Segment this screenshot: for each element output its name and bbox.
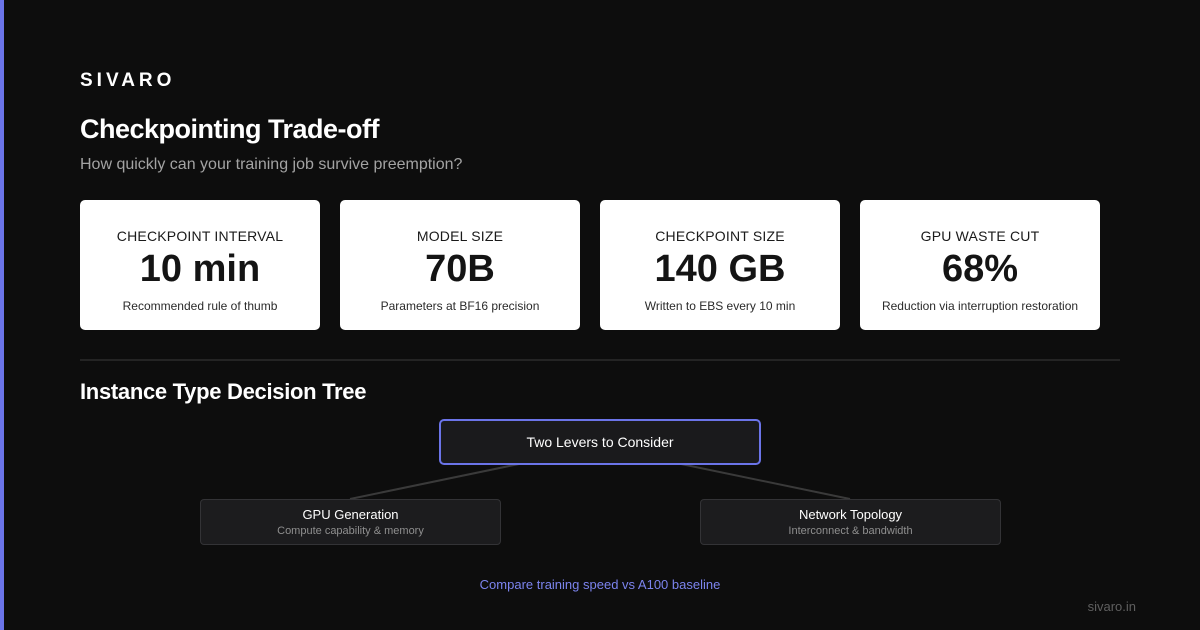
footer-url: sivaro.in <box>1087 599 1136 614</box>
node-subtitle: Interconnect & bandwidth <box>788 525 913 537</box>
node-title: GPU Generation <box>302 507 399 522</box>
tree-root-label: Two Levers to Consider <box>526 434 674 450</box>
tree-connectors <box>349 463 851 500</box>
tree-root-node[interactable]: Two Levers to Consider <box>439 419 761 465</box>
tree-node-gpu-generation[interactable]: GPU Generation Compute capability & memo… <box>200 499 501 545</box>
tree-node-network-topology[interactable]: Network Topology Interconnect & bandwidt… <box>700 499 1001 545</box>
node-title: Network Topology <box>798 507 903 522</box>
connector-right <box>680 463 851 500</box>
connector-left <box>349 463 520 500</box>
compare-link[interactable]: Compare training speed vs A100 baseline <box>0 577 1200 592</box>
node-subtitle: Compute capability & memory <box>277 525 424 537</box>
